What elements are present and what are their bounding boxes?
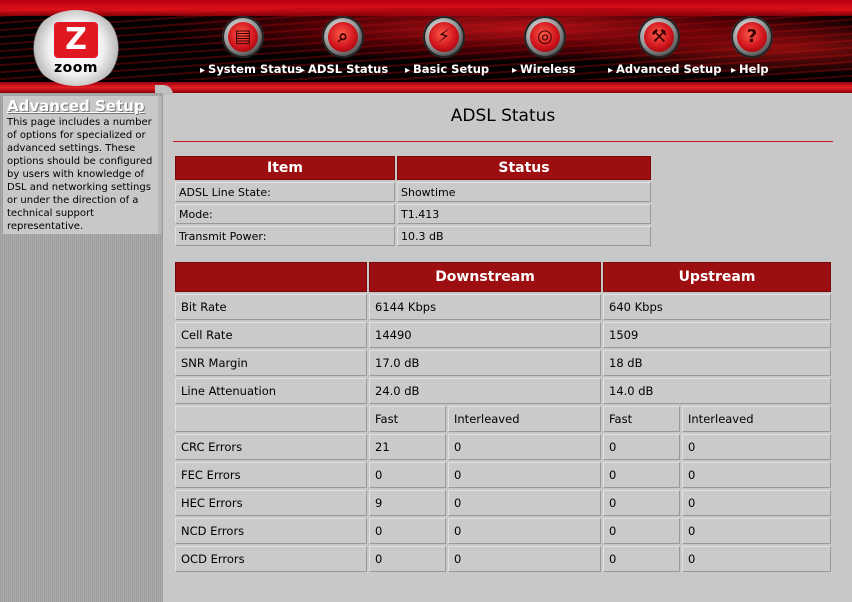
nav-help[interactable]: ? Help — [731, 16, 781, 80]
subheader-interleaved: Interleaved — [448, 406, 601, 432]
table-row: Transmit Power: 10.3 dB — [175, 226, 651, 246]
row-value: Showtime — [397, 182, 651, 202]
row-label: Bit Rate — [175, 294, 367, 320]
line-stats-table: Downstream Upstream Bit Rate 6144 Kbps 6… — [173, 260, 833, 574]
row-label: OCD Errors — [175, 546, 367, 572]
table-row: HEC Errors 9 0 0 0 — [175, 490, 831, 516]
row-label: HEC Errors — [175, 490, 367, 516]
up-fast-value: 0 — [603, 462, 680, 488]
nav-label: Help — [731, 62, 769, 76]
header-blank — [175, 262, 367, 292]
table-row: FEC Errors 0 0 0 0 — [175, 462, 831, 488]
row-label: Line Attenuation — [175, 378, 367, 404]
logo-z-icon: Z — [54, 22, 98, 58]
row-label: CRC Errors — [175, 434, 367, 460]
nav-basic-setup[interactable]: ⚡ Basic Setup — [405, 16, 489, 80]
zoom-logo: Z zoom — [24, 10, 130, 86]
header-status: Status — [397, 156, 651, 180]
up-interleaved-value: 0 — [682, 434, 831, 460]
nav-label: Basic Setup — [405, 62, 489, 76]
nav-label: Advanced Setup — [608, 62, 721, 76]
sidebar: Advanced Setup This page includes a numb… — [0, 93, 163, 602]
up-interleaved-value: 0 — [682, 546, 831, 572]
up-fast-value: 0 — [603, 490, 680, 516]
down-interleaved-value: 0 — [448, 518, 601, 544]
down-fast-value: 9 — [369, 490, 446, 516]
row-value: 10.3 dB — [397, 226, 651, 246]
down-fast-value: 0 — [369, 518, 446, 544]
sidebar-help-panel: Advanced Setup This page includes a numb… — [3, 96, 161, 234]
up-interleaved-value: 0 — [682, 518, 831, 544]
table-row: CRC Errors 21 0 0 0 — [175, 434, 831, 460]
table-row: OCD Errors 0 0 0 0 — [175, 546, 831, 572]
downstream-value: 17.0 dB — [369, 350, 601, 376]
nav-label: System Status — [200, 62, 302, 76]
down-interleaved-value: 0 — [448, 546, 601, 572]
header-banner: Z zoom ▤ System Status ⌕ ADSL Status ⚡ B… — [0, 0, 852, 93]
up-interleaved-value: 0 — [682, 462, 831, 488]
sidebar-description: This page includes a number of options f… — [7, 117, 153, 232]
up-interleaved-value: 0 — [682, 490, 831, 516]
logo-text: zoom — [54, 60, 98, 76]
row-label: FEC Errors — [175, 462, 367, 488]
wrench-icon: ⚒ — [638, 16, 680, 58]
upstream-value: 18 dB — [603, 350, 831, 376]
status-table: Item Status ADSL Line State: Showtime Mo… — [173, 154, 653, 248]
wireless-icon: ◎ — [524, 16, 566, 58]
table-row: ADSL Line State: Showtime — [175, 182, 651, 202]
down-interleaved-value: 0 — [448, 462, 601, 488]
page-title: ADSL Status — [450, 106, 556, 126]
nav-label: ADSL Status — [300, 62, 388, 76]
table-row: Cell Rate 14490 1509 — [175, 322, 831, 348]
down-interleaved-value: 0 — [448, 434, 601, 460]
down-interleaved-value: 0 — [448, 490, 601, 516]
table-row: Mode: T1.413 — [175, 204, 651, 224]
row-label: Transmit Power: — [175, 226, 395, 246]
row-label: Mode: — [175, 204, 395, 224]
table-row: Bit Rate 6144 Kbps 640 Kbps — [175, 294, 831, 320]
header-upstream: Upstream — [603, 262, 831, 292]
up-fast-value: 0 — [603, 518, 680, 544]
table-subheader-row: Fast Interleaved Fast Interleaved — [175, 406, 831, 432]
nav-advanced-setup[interactable]: ⚒ Advanced Setup — [608, 16, 721, 80]
table-row: Line Attenuation 24.0 dB 14.0 dB — [175, 378, 831, 404]
nav-wireless[interactable]: ◎ Wireless — [512, 16, 582, 80]
row-label: SNR Margin — [175, 350, 367, 376]
title-divider — [173, 141, 833, 142]
upstream-value: 14.0 dB — [603, 378, 831, 404]
row-label: NCD Errors — [175, 518, 367, 544]
sidebar-title: Advanced Setup — [7, 97, 145, 115]
question-icon: ? — [731, 16, 773, 58]
down-fast-value: 21 — [369, 434, 446, 460]
down-fast-value: 0 — [369, 546, 446, 572]
upstream-value: 1509 — [603, 322, 831, 348]
plug-icon: ⚡ — [423, 16, 465, 58]
up-fast-value: 0 — [603, 546, 680, 572]
down-fast-value: 0 — [369, 462, 446, 488]
nav-system-status[interactable]: ▤ System Status — [200, 16, 302, 80]
row-label: Cell Rate — [175, 322, 367, 348]
downstream-value: 24.0 dB — [369, 378, 601, 404]
table-header-row: Downstream Upstream — [175, 262, 831, 292]
row-label: ADSL Line State: — [175, 182, 395, 202]
subheader-fast: Fast — [603, 406, 680, 432]
nav-label: Wireless — [512, 62, 576, 76]
downstream-value: 6144 Kbps — [369, 294, 601, 320]
row-value: T1.413 — [397, 204, 651, 224]
subheader-blank — [175, 406, 367, 432]
subheader-fast: Fast — [369, 406, 446, 432]
table-row: NCD Errors 0 0 0 0 — [175, 518, 831, 544]
upstream-value: 640 Kbps — [603, 294, 831, 320]
magnifier-icon: ⌕ — [322, 16, 364, 58]
downstream-value: 14490 — [369, 322, 601, 348]
header-downstream: Downstream — [369, 262, 601, 292]
subheader-interleaved: Interleaved — [682, 406, 831, 432]
header-item: Item — [175, 156, 395, 180]
up-fast-value: 0 — [603, 434, 680, 460]
table-header-row: Item Status — [175, 156, 651, 180]
table-row: SNR Margin 17.0 dB 18 dB — [175, 350, 831, 376]
nav-adsl-status[interactable]: ⌕ ADSL Status — [300, 16, 388, 80]
folder-icon: ▤ — [222, 16, 264, 58]
